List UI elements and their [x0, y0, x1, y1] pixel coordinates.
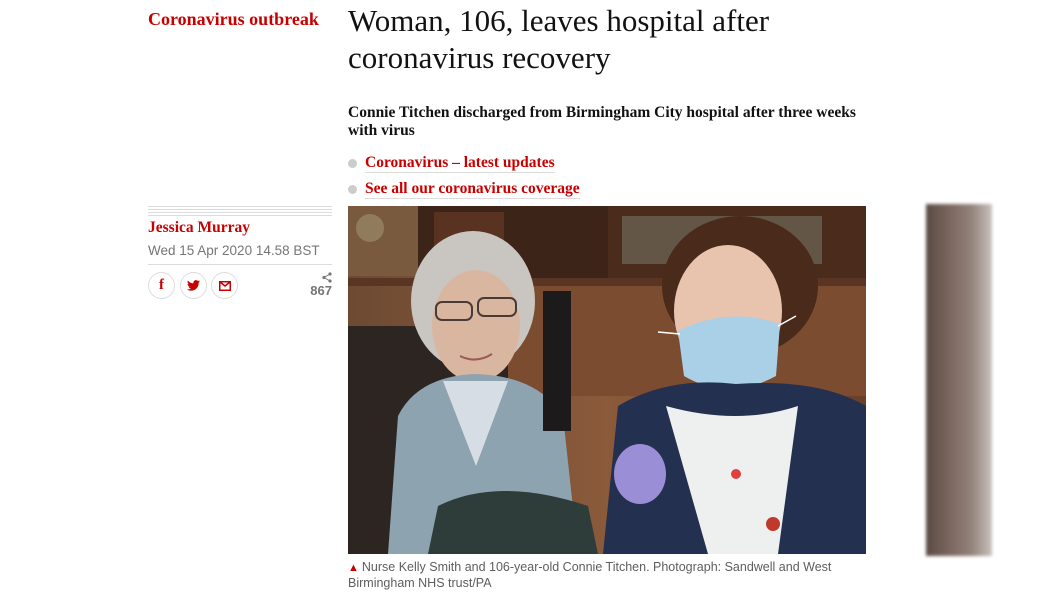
- email-share-button[interactable]: [211, 272, 238, 299]
- photo-illustration: [348, 206, 866, 554]
- author-link[interactable]: Jessica Murray: [148, 219, 250, 237]
- meta-divider: [148, 206, 332, 218]
- photo-caption: ▲ Nurse Kelly Smith and 106-year-old Conn…: [348, 560, 868, 591]
- meta-divider-bottom: [148, 264, 332, 265]
- section-label[interactable]: Coronavirus outbreak: [148, 8, 328, 30]
- bullet-icon: [348, 184, 357, 194]
- share-icon: [322, 272, 332, 283]
- caption-triangle-icon: ▲: [348, 562, 359, 574]
- related-links: Coronavirus – latest updates See all our…: [348, 150, 580, 202]
- caption-text: Nurse Kelly Smith and 106-year-old Conni…: [348, 560, 832, 590]
- standfirst: Connie Titchen discharged from Birmingha…: [348, 104, 856, 139]
- email-icon: [218, 280, 231, 291]
- share-count: 867: [306, 272, 332, 298]
- headline: Woman, 106, leaves hospital after corona…: [348, 3, 770, 75]
- related-link-latest-updates[interactable]: Coronavirus – latest updates: [365, 154, 555, 173]
- related-link-all-coverage[interactable]: See all our coronavirus coverage: [365, 180, 580, 199]
- publish-date: Wed 15 Apr 2020 14.58 BST: [148, 243, 320, 258]
- related-link-item: Coronavirus – latest updates: [348, 150, 580, 176]
- twitter-share-button[interactable]: [180, 272, 207, 299]
- bullet-icon: [348, 158, 357, 168]
- share-count-number: 867: [310, 283, 332, 298]
- blurred-side-panel: [926, 204, 992, 556]
- twitter-icon: [187, 280, 200, 291]
- related-link-item: See all our coronavirus coverage: [348, 176, 580, 202]
- facebook-icon: f: [159, 277, 164, 293]
- article-photo: [348, 206, 866, 554]
- facebook-share-button[interactable]: f: [148, 272, 175, 299]
